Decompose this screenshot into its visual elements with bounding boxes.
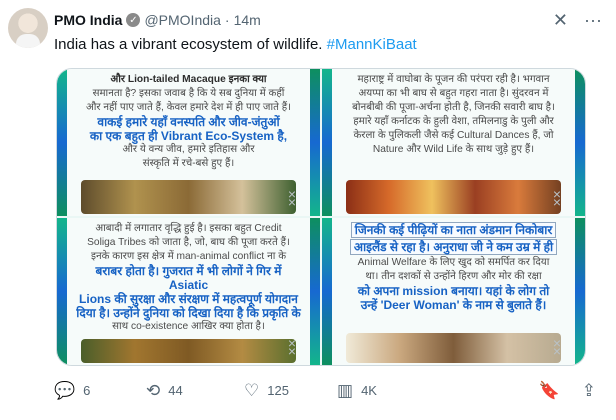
decorative-cross-icon: × ×: [287, 335, 296, 359]
post-actions: 💬 6 ⟲ 44 ♡ 125 ▥ 4K 🔖 ⇪: [54, 382, 596, 399]
panel-text: आबादी में लगातार वृद्धि हुई है। इसका बहु…: [75, 222, 302, 334]
author-name[interactable]: PMO India: [54, 12, 122, 28]
media-panel-3[interactable]: आबादी में लगातार वृद्धि हुई है। इसका बहु…: [57, 218, 320, 365]
post-time[interactable]: 14m: [234, 12, 261, 28]
media-grid[interactable]: और Lion-tailed Macaque इनका क्या समानता …: [56, 68, 586, 366]
panel-line: Animal Welfare के लिए खुद को समर्पित कर …: [357, 257, 550, 268]
media-panel-1[interactable]: और Lion-tailed Macaque इनका क्या समानता …: [57, 69, 320, 216]
panel-line: था। तीन दशकों से उन्होंने हिरण और मोर की…: [365, 271, 542, 282]
repost-icon: ⟲: [146, 381, 161, 400]
panel-line: महाराष्ट्र में वाघोबा के पूजन की परंपरा …: [357, 74, 550, 85]
bookmark-icon[interactable]: 🔖: [539, 382, 560, 399]
author-handle[interactable]: @PMOIndia: [144, 12, 220, 28]
post-header: PMO India ✓ @PMOIndia · 14m ✕ ···: [54, 8, 602, 32]
more-icon[interactable]: ···: [584, 10, 602, 31]
panel-line: और नहीं पाए जाते हैं, केवल हमारे देश में…: [85, 102, 292, 113]
panel-text: और Lion-tailed Macaque इनका क्या समानता …: [75, 73, 302, 171]
panel-highlight-line: उन्हें 'Deer Woman' के नाम से बुलाते हैं…: [360, 298, 547, 312]
like-button[interactable]: ♡ 125: [244, 382, 337, 399]
people-photo: [346, 333, 561, 363]
panel-line: हमारे यहाँ कर्नाटक के हुली वेशा, तमिलनाड…: [353, 116, 554, 127]
panel-text: जिनकी कई पीढ़ियों का नाता अंडमान निकोबार…: [340, 222, 567, 312]
panel-line: और Lion-tailed Macaque इनका क्या: [110, 74, 267, 85]
panel-line: और ये वन्य जीव, हमारे इतिहास और: [122, 144, 255, 155]
verified-badge-icon: ✓: [126, 13, 141, 27]
panel-line: Nature और Wild Life के साथ जुड़े हुए हैं…: [372, 144, 535, 155]
panel-line: अयप्पा का भी बाघ से बहुत गहरा नाता है। स…: [358, 88, 549, 99]
view-count: 4K: [361, 383, 377, 398]
views-button[interactable]: ▥ 4K: [337, 382, 441, 399]
header-actions: ✕ ···: [553, 10, 602, 31]
repost-button[interactable]: ⟲ 44: [146, 382, 244, 399]
festival-photo: [346, 180, 561, 214]
panel-line: इनके कारण इस क्षेत्र में man-animal conf…: [90, 251, 287, 262]
panel-highlight-line: Lions की सुरक्षा और संरक्षण में महत्वपूर…: [79, 292, 298, 306]
reply-count: 6: [83, 383, 91, 398]
panel-line: समानता है? इसका जवाब है कि ये सब दुनिया …: [92, 88, 285, 99]
media-panel-2[interactable]: महाराष्ट्र में वाघोबा के पूजन की परंपरा …: [322, 69, 585, 216]
panel-line: केरला के पुलिकली जैसे कई Cultural Dances…: [353, 130, 554, 141]
reply-button[interactable]: 💬 6: [54, 382, 146, 399]
panel-highlight-line: का एक बहुत ही Vibrant Eco-System है,: [89, 129, 288, 143]
panel-text: महाराष्ट्र में वाघोबा के पूजन की परंपरा …: [340, 73, 567, 157]
avatar-figure: [16, 34, 40, 48]
decorative-cross-icon: × ×: [552, 335, 561, 359]
post-text: India has a vibrant ecosystem of wildlif…: [54, 36, 417, 53]
panel-line: आबादी में लगातार वृद्धि हुई है। इसका बहु…: [95, 223, 282, 234]
panel-line: बोनबीबी की पूजा-अर्चना होती है, जिनकी सव…: [352, 102, 555, 113]
tiger-photo: [81, 339, 296, 363]
like-count: 125: [267, 383, 289, 398]
post-secondary-actions: 🔖 ⇪: [539, 382, 596, 399]
monkey-photo: [81, 180, 296, 214]
hashtag-link[interactable]: #MannKiBaat: [327, 36, 417, 53]
grok-icon[interactable]: ✕: [553, 10, 568, 31]
panel-line: Soliga Tribes को जाता है, जो, बाघ की पूज…: [87, 237, 290, 248]
decorative-cross-icon: × ×: [287, 186, 296, 210]
post-body: India has a vibrant ecosystem of wildlif…: [54, 36, 323, 53]
panel-highlight-line: जिनकी कई पीढ़ियों का नाता अंडमान निकोबार: [350, 222, 557, 238]
panel-highlight-line: को अपना mission बनाया। यहां के लोग तो: [357, 284, 550, 298]
media-panel-4[interactable]: जिनकी कई पीढ़ियों का नाता अंडमान निकोबार…: [322, 218, 585, 365]
views-icon: ▥: [337, 381, 354, 400]
decorative-cross-icon: × ×: [552, 186, 561, 210]
panel-line: संस्कृति में रचे-बसे हुए हैं।: [142, 158, 235, 169]
reply-icon: 💬: [54, 381, 76, 400]
share-icon[interactable]: ⇪: [582, 382, 596, 399]
panel-highlight-line: वाकई हमारे यहाँ वनस्पति और जीव-जंतुओं: [97, 115, 280, 129]
repost-count: 44: [168, 383, 183, 398]
heart-icon: ♡: [244, 381, 260, 400]
panel-highlight-line: आइलैंड से रहा है। अनुराधा जी ने कम उम्र …: [349, 239, 558, 255]
time-separator: ·: [224, 12, 230, 28]
panel-highlight-line: दिया है। उन्होंने दुनिया को दिखा दिया है…: [76, 306, 301, 320]
panel-line: साथ co-existence आखिर क्या होता है।: [112, 321, 265, 332]
author-avatar[interactable]: [8, 8, 48, 48]
panel-highlight-line: बराबर होता है। गुजरात में भी लोगों ने गि…: [95, 264, 282, 292]
